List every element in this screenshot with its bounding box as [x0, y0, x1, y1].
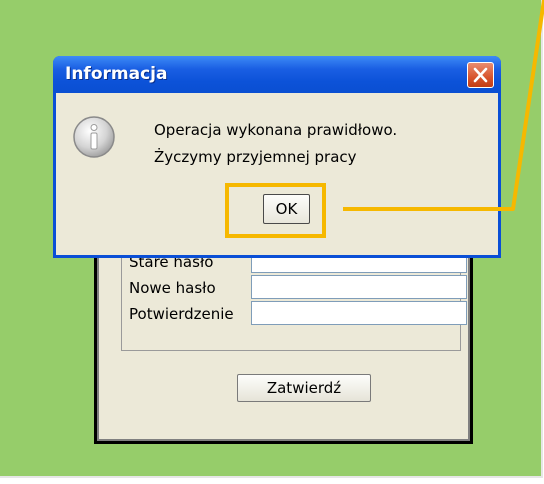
screenshot-canvas: Stare hasło Nowe hasło Potwierdzenie Zat… — [0, 0, 544, 484]
callout-line — [343, 0, 544, 211]
